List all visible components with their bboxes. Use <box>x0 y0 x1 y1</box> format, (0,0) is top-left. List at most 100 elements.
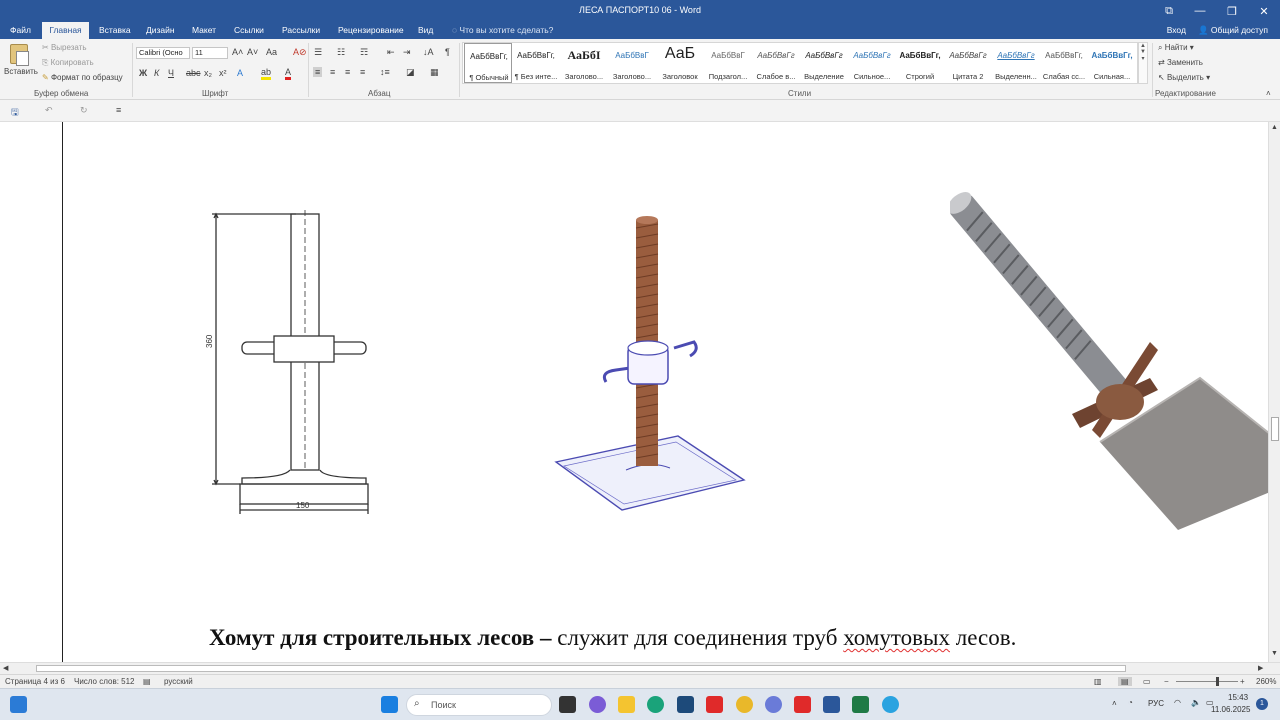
volume-icon[interactable]: 🔈 <box>1191 698 1201 707</box>
technical-drawing-image[interactable]: 360 150 <box>206 208 378 516</box>
multilevel-list-icon[interactable]: ☶ <box>360 47 368 58</box>
style-subtle-reference[interactable]: АаБбВвГг, Слабая сс... <box>1040 43 1088 83</box>
zoom-in-icon[interactable]: + <box>1240 677 1245 686</box>
zoom-out-icon[interactable]: − <box>1164 677 1169 686</box>
styles-scroll-control[interactable]: ▲ ▼ ▾ <box>1138 42 1148 84</box>
share-button[interactable]: 👤 Общий доступ <box>1198 22 1268 39</box>
format-painter-button[interactable]: ✎ Формат по образцу <box>42 73 123 82</box>
horizontal-scrollbar[interactable]: ◀ ▶ <box>0 662 1280 674</box>
minimize-button[interactable]: — <box>1184 0 1216 22</box>
redo-icon[interactable]: ↻ <box>80 105 88 116</box>
web-layout-icon[interactable]: ▭ <box>1143 677 1151 686</box>
bold-button[interactable]: Ж <box>139 68 147 78</box>
paste-icon[interactable] <box>10 44 29 66</box>
edge-icon[interactable] <box>647 696 664 713</box>
style-intense-reference[interactable]: АаБбВвГг, Сильная... <box>1088 43 1136 83</box>
sort-icon[interactable]: ↓A <box>423 47 434 57</box>
paste-button[interactable]: Вставить <box>4 67 38 76</box>
highlight-icon[interactable]: ab <box>261 68 272 80</box>
scroll-down-icon[interactable]: ▼ <box>1271 650 1278 657</box>
scroll-left-icon[interactable]: ◀ <box>3 664 8 672</box>
subscript-button[interactable]: x₂ <box>204 68 212 78</box>
line-spacing-icon[interactable]: ↕≡ <box>380 67 390 77</box>
font-size-select[interactable]: 11 <box>192 47 228 59</box>
signin-link[interactable]: Вход <box>1167 22 1186 39</box>
collapse-ribbon-icon[interactable]: ˄ <box>1266 89 1271 98</box>
tab-design[interactable]: Дизайн <box>146 22 175 39</box>
wifi-icon[interactable]: ◠ <box>1174 698 1181 707</box>
document-page[interactable]: 360 150 Хомут для строительных лесов – с… <box>0 122 1268 662</box>
zoom-level[interactable]: 260% <box>1256 677 1276 686</box>
copilot-icon[interactable] <box>589 696 606 713</box>
scroll-right-icon[interactable]: ▶ <box>1258 664 1263 672</box>
vertical-scrollbar[interactable]: ▲ ▼ <box>1268 122 1280 662</box>
tab-view[interactable]: Вид <box>418 22 433 39</box>
network-status-icon[interactable]: ◔ <box>1128 698 1133 707</box>
ribbon-display-options-icon[interactable]: ⧉ <box>1154 0 1184 22</box>
app-icon[interactable] <box>765 696 782 713</box>
telegram-icon[interactable] <box>882 696 899 713</box>
select-button[interactable]: ↖ Выделить ▾ <box>1158 73 1210 82</box>
tab-references[interactable]: Ссылки <box>234 22 264 39</box>
horizontal-scroll-thumb[interactable] <box>36 665 1126 672</box>
file-explorer-icon[interactable] <box>618 696 635 713</box>
customize-qat-icon[interactable]: ≡ <box>116 105 121 115</box>
screw-jack-render-image[interactable] <box>550 212 750 512</box>
align-right-icon[interactable]: ≡ <box>345 67 350 77</box>
change-case-icon[interactable]: Aa <box>266 47 277 57</box>
strikethrough-button[interactable]: abc <box>186 68 201 78</box>
vertical-scroll-thumb[interactable] <box>1271 417 1279 441</box>
save-icon[interactable]: 🖫 <box>11 105 19 121</box>
style-intense-emphasis[interactable]: АаБбВвГг Сильное... <box>848 43 896 83</box>
notification-badge[interactable]: 1 <box>1256 698 1268 710</box>
style-title[interactable]: АаБ Заголовок <box>656 43 704 83</box>
excel-app-icon[interactable] <box>852 696 869 713</box>
word-app-icon[interactable] <box>823 696 840 713</box>
screw-jack-photo-image[interactable] <box>950 192 1268 537</box>
style-subtitle[interactable]: АаБбВвГ Подзагол... <box>704 43 752 83</box>
style-heading-2[interactable]: АаБбВвГ Заголово... <box>608 43 656 83</box>
style-normal[interactable]: АаБбВвГг, ¶ Обычный <box>464 43 512 83</box>
scroll-up-icon[interactable]: ▲ <box>1271 124 1278 131</box>
copy-button[interactable]: ⎘ Копировать <box>42 58 94 68</box>
font-color-icon[interactable]: A <box>285 68 292 80</box>
font-name-select[interactable]: Calibri (Осно <box>136 47 190 59</box>
print-layout-icon[interactable]: ▤ <box>1118 677 1132 686</box>
task-view-icon[interactable] <box>559 696 576 713</box>
tray-chevron-icon[interactable]: ˄ <box>1112 699 1117 708</box>
page-count-status[interactable]: Страница 4 из 6 <box>5 677 65 686</box>
input-language[interactable]: РУС <box>1148 699 1164 708</box>
tab-file[interactable]: Файл <box>10 22 31 39</box>
clock-time[interactable]: 15:43 <box>1228 693 1248 702</box>
tab-review[interactable]: Рецензирование <box>338 22 404 39</box>
numbering-icon[interactable]: ☷ <box>337 47 345 58</box>
proofing-icon[interactable]: ▤ <box>143 677 151 686</box>
style-subtle-emphasis[interactable]: АаБбВвГг Слабое в... <box>752 43 800 83</box>
tab-mailings[interactable]: Рассылки <box>282 22 320 39</box>
style-quote[interactable]: АаБбВвГг Цитата 2 <box>944 43 992 83</box>
clear-format-icon[interactable]: A⊘ <box>293 47 307 58</box>
read-mode-icon[interactable]: ▥ <box>1094 677 1102 686</box>
text-effects-icon[interactable]: A <box>237 68 243 78</box>
zoom-slider-thumb[interactable] <box>1216 677 1219 686</box>
style-intense-quote[interactable]: АаБбВвГг Выделенн... <box>992 43 1040 83</box>
justify-icon[interactable]: ≡ <box>360 67 365 77</box>
bullets-icon[interactable]: ☰ <box>314 47 322 58</box>
tab-insert[interactable]: Вставка <box>99 22 131 39</box>
widgets-icon[interactable] <box>10 696 27 713</box>
replace-button[interactable]: ⇄ Заменить <box>1158 58 1203 67</box>
style-strong[interactable]: АаБбВвГг, Строгий <box>896 43 944 83</box>
start-icon[interactable] <box>381 696 398 713</box>
decrease-indent-icon[interactable]: ⇤ <box>387 47 395 58</box>
language-status[interactable]: русский <box>164 677 193 686</box>
youtube-icon[interactable] <box>706 696 723 713</box>
italic-button[interactable]: К <box>154 68 159 78</box>
pilcrow-icon[interactable]: ¶ <box>445 47 450 57</box>
tab-home[interactable]: Главная <box>42 22 89 39</box>
store-icon[interactable] <box>677 696 694 713</box>
taskbar-search[interactable]: Поиск <box>406 694 552 716</box>
restore-button[interactable]: ❐ <box>1216 0 1248 22</box>
borders-icon[interactable]: ▦ <box>430 67 439 78</box>
close-button[interactable]: ✕ <box>1248 0 1280 22</box>
increase-indent-icon[interactable]: ⇥ <box>403 47 411 58</box>
